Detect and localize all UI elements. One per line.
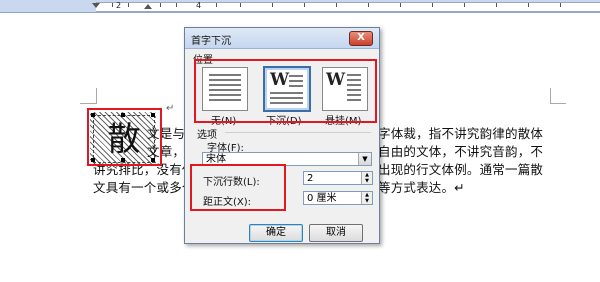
ruler-tick xyxy=(272,3,273,7)
ruler-number: 2 xyxy=(116,1,122,10)
highlight-box-options xyxy=(190,164,286,211)
crop-mark xyxy=(80,103,96,104)
ruler-tick xyxy=(560,3,561,7)
ruler-tick xyxy=(160,3,161,7)
dialog-titlebar[interactable]: 首字下沉 X xyxy=(185,28,379,49)
body-text-line: 文具有一个或多个 xyxy=(93,180,195,195)
body-text-line: 自由的文体，不讲究音韵，不 xyxy=(378,144,544,159)
horizontal-ruler[interactable]: 2 4 xyxy=(0,0,600,13)
ruler-tick xyxy=(304,3,305,7)
chevron-down-icon[interactable]: ▼ xyxy=(358,153,371,165)
paragraph-mark: ↵ xyxy=(166,103,175,114)
ruler-tick xyxy=(528,3,529,7)
crop-mark xyxy=(550,103,566,104)
group-divider xyxy=(225,132,371,133)
drop-lines-input[interactable]: 2 ▲ ▼ xyxy=(303,171,373,185)
body-text-line: 等方式表达。↵ xyxy=(378,180,465,195)
indent-marker-icon[interactable] xyxy=(92,3,100,8)
ruler-tick xyxy=(176,3,177,7)
ruler-tick xyxy=(400,3,401,7)
ruler-tick xyxy=(496,3,497,7)
distance-spinner[interactable]: ▲ ▼ xyxy=(361,192,372,204)
ruler-tick xyxy=(464,3,465,7)
drop-lines-spinner[interactable]: ▲ ▼ xyxy=(361,172,372,184)
distance-input[interactable]: 0 厘米 ▲ ▼ xyxy=(303,191,373,205)
ruler-tick xyxy=(240,3,241,7)
drop-lines-value: 2 xyxy=(307,173,314,184)
ruler-tick xyxy=(432,3,433,7)
ruler-tick xyxy=(336,3,337,7)
dialog-title: 首字下沉 xyxy=(191,36,231,47)
highlight-box-position xyxy=(194,59,377,123)
ruler-track xyxy=(96,2,600,12)
cancel-button[interactable]: 取消 xyxy=(309,224,363,242)
ruler-tick xyxy=(216,3,217,7)
ok-button[interactable]: 确定 xyxy=(249,224,303,242)
distance-value: 0 厘米 xyxy=(307,193,337,204)
ruler-tick xyxy=(128,3,129,7)
indent-marker-icon[interactable] xyxy=(144,4,152,9)
body-text-line: 出现的行文体例。通常一篇散 xyxy=(378,162,544,177)
ruler-tick xyxy=(368,3,369,7)
body-text-line: 字体裁，指不讲究韵律的散体 xyxy=(378,126,544,141)
ruler-number: 4 xyxy=(196,1,202,10)
crop-mark xyxy=(96,88,97,104)
close-button[interactable]: X xyxy=(349,31,373,46)
crop-mark xyxy=(550,88,551,104)
highlight-box-drop-cap xyxy=(87,108,162,166)
ruler-tick xyxy=(112,3,113,7)
